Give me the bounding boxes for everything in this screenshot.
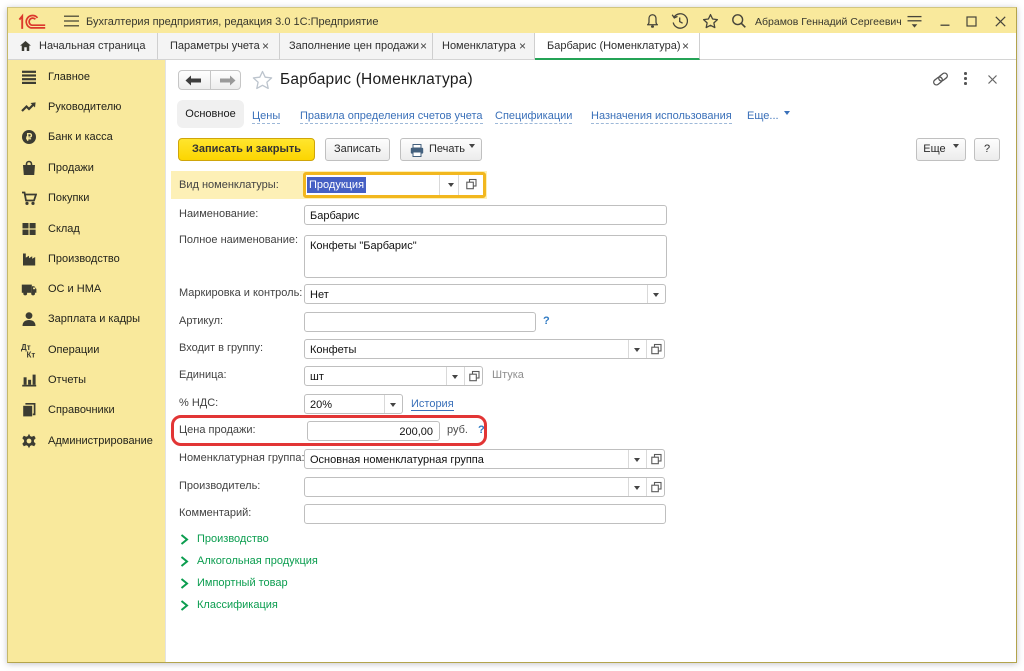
svg-text:₽: ₽	[26, 132, 33, 143]
svg-text:Кт: Кт	[27, 351, 36, 359]
